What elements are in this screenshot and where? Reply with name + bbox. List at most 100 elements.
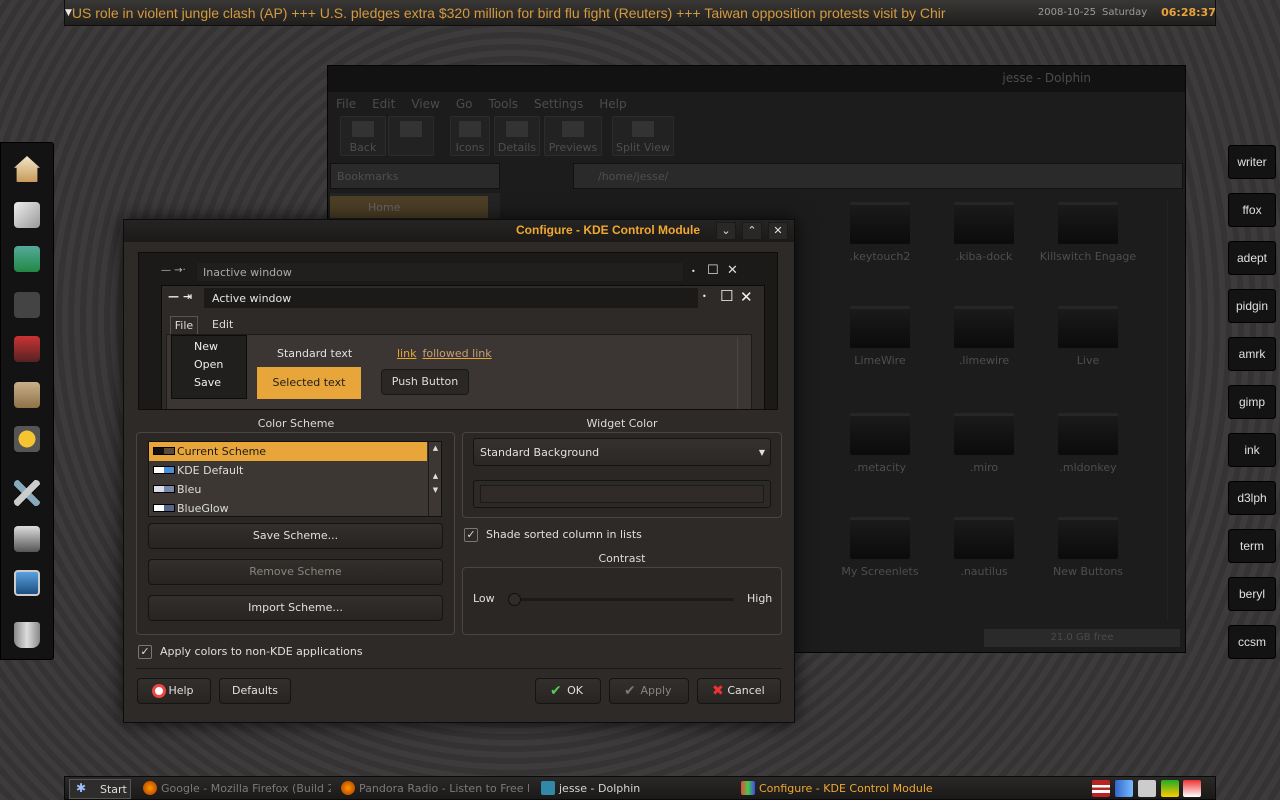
updates-icon[interactable] <box>1161 780 1179 797</box>
defaults-button[interactable]: Defaults <box>219 678 291 704</box>
video-icon[interactable] <box>11 333 43 365</box>
dolphin-file-item[interactable]: LimeWire <box>825 306 935 367</box>
scheme-item[interactable]: Current Scheme <box>149 442 427 461</box>
launcher-ccsm[interactable]: ccsm <box>1228 625 1276 659</box>
home-icon[interactable] <box>11 153 43 185</box>
folder-icon <box>954 202 1014 244</box>
apply-button[interactable]: ✔ Apply <box>609 678 689 704</box>
package-warning-icon[interactable] <box>11 423 43 455</box>
scheme-list[interactable]: Current Scheme KDE Default Bleu BlueGlow <box>148 441 442 517</box>
trash-icon[interactable] <box>11 619 43 651</box>
scheme-item-label: Bleu <box>177 483 202 496</box>
text-editor-icon[interactable] <box>11 199 43 231</box>
dolphin-previews-button[interactable]: Previews <box>544 116 602 156</box>
dolphin-bookmarks-combo[interactable]: Bookmarks <box>330 163 500 189</box>
dolphin-file-item[interactable]: Killswitch Engage <box>1033 202 1143 263</box>
save-scheme-button[interactable]: Save Scheme... <box>148 523 443 549</box>
contrast-slider-handle[interactable] <box>508 593 521 606</box>
start-button[interactable]: ✱ Start <box>69 779 131 799</box>
dolphin-split-view-button[interactable]: Split View <box>612 116 674 156</box>
shade-sorted-label[interactable]: Shade sorted column in lists <box>486 528 642 541</box>
dolphin-file-item[interactable]: New Buttons <box>1033 517 1143 578</box>
dolphin-file-item[interactable]: .nautilus <box>929 517 1039 578</box>
task-firefox[interactable]: Google - Mozilla Firefox (Build 2008 <box>141 779 331 799</box>
widget-color-select[interactable]: Standard Background ▼ <box>473 438 771 466</box>
launcher-gimp[interactable]: gimp <box>1228 385 1276 419</box>
preview-popup-save: Save <box>194 376 222 389</box>
launcher-amrk[interactable]: amrk <box>1228 337 1276 371</box>
scheme-item[interactable]: BlueGlow <box>149 499 441 516</box>
dolphin-file-item[interactable]: .miro <box>929 413 1039 474</box>
dialog-titlebar[interactable]: Configure - KDE Control Module ⌄ ⌃ ✕ <box>124 220 794 242</box>
scheme-item[interactable]: KDE Default <box>149 461 441 480</box>
dolphin-scrollbar[interactable] <box>1167 200 1181 620</box>
tools-icon[interactable] <box>11 477 43 509</box>
dolphin-menu-tools[interactable]: Tools <box>488 97 518 111</box>
launcher-term[interactable]: term <box>1228 529 1276 563</box>
dolphin-menu-edit[interactable]: Edit <box>372 97 395 111</box>
dolphin-location-bar[interactable]: /home/jesse/ <box>573 163 1183 189</box>
lamp-icon[interactable] <box>11 523 43 555</box>
dolphin-menu-settings[interactable]: Settings <box>534 97 583 111</box>
dolphin-file-item[interactable]: Live <box>1033 306 1143 367</box>
import-scheme-button[interactable]: Import Scheme... <box>148 595 443 621</box>
task-dolphin[interactable]: jesse - Dolphin <box>539 779 729 799</box>
dolphin-file-item[interactable]: .limewire <box>929 306 1039 367</box>
scheme-item[interactable]: Bleu <box>149 480 441 499</box>
dolphin-menu-view[interactable]: View <box>411 97 439 111</box>
launcher-ffox[interactable]: ffox <box>1228 193 1276 227</box>
apply-nonkde-checkbox[interactable]: ✓ <box>138 645 152 659</box>
maximize-icon[interactable]: ⌃ <box>742 222 762 240</box>
dolphin-menubar: File Edit View Go Tools Settings Help <box>328 92 1185 116</box>
apply-check-icon: ✔ <box>624 683 636 699</box>
scheme-list-scrollbar[interactable]: ▲ ▲ ▼ <box>428 441 442 517</box>
contrast-high-label: High <box>747 592 773 605</box>
dolphin-file-item[interactable]: .mldonkey <box>1033 413 1143 474</box>
dolphin-file-item[interactable]: My Screenlets <box>825 517 935 578</box>
close-icon[interactable]: ✕ <box>768 222 788 240</box>
clipboard-icon[interactable] <box>1138 780 1156 797</box>
dolphin-file-item[interactable]: .metacity <box>825 413 935 474</box>
dolphin-file-item[interactable]: .keytouch2 <box>825 202 935 263</box>
dolphin-icons-button[interactable]: Icons <box>450 116 490 156</box>
dolphin-menu-help[interactable]: Help <box>599 97 626 111</box>
dolphin-title[interactable]: jesse - Dolphin <box>328 66 1185 92</box>
image-viewer-icon[interactable] <box>11 243 43 275</box>
dolphin-details-button[interactable]: Details <box>494 116 540 156</box>
shade-sorted-checkbox[interactable]: ✓ <box>464 528 478 542</box>
task-pandora[interactable]: Pandora Radio - Listen to Free Inter <box>339 779 529 799</box>
ticker-menu-arrow-icon[interactable]: ▼ <box>65 8 72 18</box>
media-player-icon[interactable] <box>11 289 43 321</box>
network-signal-icon[interactable] <box>1115 780 1133 797</box>
dolphin-forward-button[interactable] <box>388 116 434 156</box>
launcher-ink[interactable]: ink <box>1228 433 1276 467</box>
ticker-headlines[interactable]: US role in violent jungle clash (AP) +++… <box>72 5 1032 21</box>
dolphin-file-item[interactable]: .kiba-dock <box>929 202 1039 263</box>
launcher-d3lph[interactable]: d3lph <box>1228 481 1276 515</box>
remove-scheme-button[interactable]: Remove Scheme <box>148 559 443 585</box>
cancel-button[interactable]: ✖ Cancel <box>697 678 781 704</box>
launcher-pidgin[interactable]: pidgin <box>1228 289 1276 323</box>
notification-icon[interactable] <box>1183 780 1201 797</box>
dolphin-menu-go[interactable]: Go <box>456 97 473 111</box>
launcher-adept[interactable]: adept <box>1228 241 1276 275</box>
apply-nonkde-label[interactable]: Apply colors to non-KDE applications <box>160 645 363 658</box>
news-ticker[interactable]: ▼ US role in violent jungle clash (AP) +… <box>64 0 1216 26</box>
launcher-beryl[interactable]: beryl <box>1228 577 1276 611</box>
launcher-writer[interactable]: writer <box>1228 145 1276 179</box>
contrast-slider[interactable] <box>508 593 734 606</box>
dolphin-back-button[interactable]: Back <box>340 116 386 156</box>
dolphin-menu-file[interactable]: File <box>336 97 356 111</box>
chevron-down-icon: ▼ <box>758 448 765 457</box>
left-dock <box>0 142 54 660</box>
computer-icon[interactable] <box>11 567 43 599</box>
minimize-icon[interactable]: ⌄ <box>716 222 736 240</box>
archive-icon[interactable] <box>11 379 43 411</box>
task-kde-control[interactable]: Configure - KDE Control Module <box>739 779 939 799</box>
help-button[interactable]: Help <box>137 678 211 704</box>
dolphin-place-home[interactable]: Home <box>330 196 488 218</box>
widget-color-button[interactable] <box>473 480 771 508</box>
scheme-swatch-icon <box>153 485 175 493</box>
ok-button[interactable]: ✔ OK <box>535 678 601 704</box>
us-flag-icon[interactable] <box>1092 780 1110 797</box>
